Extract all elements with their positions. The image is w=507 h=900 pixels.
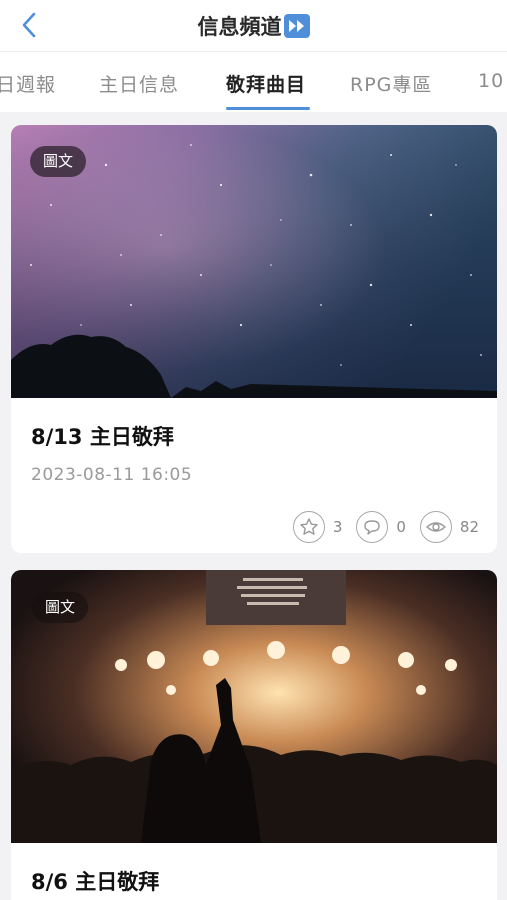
post-card[interactable]: 圖文 8/13 主日敬拜 2023-08-11 16:05 3 0 82 [11,125,497,553]
tab-worship-songs[interactable]: 敬拜曲目 [226,70,306,97]
tab-rpg[interactable]: RPG專區 [350,70,432,97]
post-type-badge: 圖文 [32,592,89,623]
post-date: 2023-08-11 16:05 [31,465,193,485]
active-tab-indicator [226,107,310,110]
post-type-badge: 圖文 [30,146,87,177]
post-image: 圖文 [11,570,497,843]
comment-count: 0 [396,518,406,536]
view-count: 82 [459,518,479,536]
page-title-wrap: 信息頻道 [0,11,507,41]
channel-tabs: 日週報 主日信息 敬拜曲目 RPG專區 10 [0,52,507,112]
tab-sunday-message[interactable]: 主日信息 [99,70,179,97]
like-count: 3 [332,518,343,536]
post-card[interactable]: 圖文 8/6 主日敬拜 [11,570,497,900]
post-stats: 3 0 82 [292,511,479,543]
post-title[interactable]: 8/13 主日敬拜 [31,421,174,451]
comment-icon[interactable] [356,511,389,543]
eye-icon [419,511,452,543]
page-title: 信息頻道 [197,15,282,39]
tab-10[interactable]: 10 [478,70,504,92]
star-icon[interactable] [292,511,325,543]
post-image: 圖文 [11,125,497,398]
post-title[interactable]: 8/6 主日敬拜 [31,866,159,896]
top-bar: 信息頻道 [0,0,507,52]
tab-weekly[interactable]: 日週報 [0,70,56,97]
fast-forward-icon [283,14,310,38]
